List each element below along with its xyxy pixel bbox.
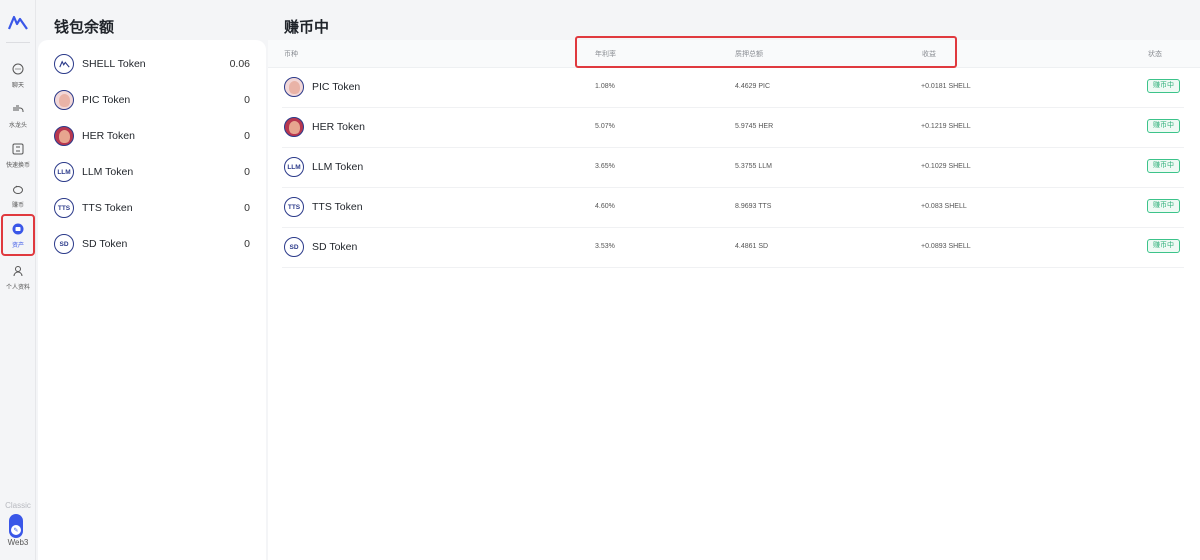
row-apr: 1.08%: [595, 83, 615, 90]
wallet-token-row[interactable]: SHELL Token 0.06: [54, 52, 250, 76]
app-logo-icon[interactable]: [7, 14, 29, 32]
sd-coin-icon: SD: [54, 234, 74, 254]
token-name: TTS Token: [82, 202, 133, 214]
faucet-icon: [13, 105, 24, 112]
row-staked: 8.9693 TTS: [735, 203, 772, 210]
row-token-name: SD Token: [312, 241, 358, 253]
column-header-status: 状态: [1148, 51, 1162, 58]
rail-item-chat[interactable]: 聊天: [0, 60, 36, 98]
sd-coin-icon: SD: [284, 237, 304, 257]
row-apr: 3.65%: [595, 163, 615, 170]
llm-coin-icon: LLM: [54, 162, 74, 182]
mode-toggle[interactable]: ✎: [9, 514, 23, 538]
row-token-name: LLM Token: [312, 161, 364, 173]
wallet-token-row[interactable]: LLM LLM Token 0: [54, 160, 250, 184]
token-amount: 0: [244, 202, 250, 214]
row-staked: 5.3755 LLM: [735, 163, 772, 170]
pic-coin-icon: [284, 77, 304, 97]
llm-coin-icon: LLM: [284, 157, 304, 177]
token-amount: 0.06: [229, 58, 250, 70]
row-apr: 5.07%: [595, 123, 615, 130]
coin-cell: LLM: [284, 157, 304, 177]
swap-icon: [12, 143, 24, 155]
status-badge: 赚币中: [1147, 159, 1180, 173]
earning-title: 赚币中: [284, 19, 330, 36]
status-badge: 赚币中: [1147, 79, 1180, 93]
rail-item-label: 聊天: [11, 83, 24, 89]
wallet-title: 钱包余额: [54, 19, 115, 36]
wallet-token-row[interactable]: TTS TTS Token 0: [54, 196, 250, 220]
toggle-knob-icon: ✎: [11, 525, 21, 535]
table-row[interactable]: HER Token 5.07% 5.9745 HER +0.1219 SHELL…: [282, 108, 1184, 148]
her-coin-icon: [54, 126, 74, 146]
row-token-name: HER Token: [312, 121, 365, 133]
assets-highlight-box: [1, 214, 35, 256]
table-row[interactable]: LLM LLM Token 3.65% 5.3755 LLM +0.1029 S…: [282, 148, 1184, 188]
row-earnings: +0.1219 SHELL: [921, 123, 971, 130]
columns-highlight-box: [575, 36, 957, 68]
row-earnings: +0.0893 SHELL: [921, 243, 971, 250]
rail-item-swap[interactable]: 快速换币: [0, 140, 36, 178]
token-amount: 0: [244, 130, 250, 142]
rail-item-label: 赚币: [11, 203, 24, 209]
piggy-bank-icon: [13, 185, 23, 194]
rail-item-profile[interactable]: 个人资料: [0, 262, 36, 300]
row-token-name: PIC Token: [312, 81, 361, 93]
token-amount: 0: [244, 238, 250, 250]
token-name: HER Token: [82, 130, 135, 142]
status-badge: 赚币中: [1147, 199, 1180, 213]
chat-bubble-icon: [12, 63, 24, 75]
web3-mode-label: Web3: [7, 538, 29, 547]
earning-panel: 币种 年利率 质押总额 收益 状态 PIC Token 1.08% 4.4629…: [268, 36, 1200, 560]
rail-item-label: 个人资料: [5, 285, 30, 291]
column-header-coin: 币种: [284, 51, 298, 58]
wallet-token-row[interactable]: SD SD Token 0: [54, 232, 250, 256]
token-name: LLM Token: [82, 166, 134, 178]
token-name: SD Token: [82, 238, 128, 250]
shell-coin-icon: [54, 54, 74, 74]
row-apr: 3.53%: [595, 243, 615, 250]
table-row[interactable]: SD SD Token 3.53% 4.4861 SD +0.0893 SHEL…: [282, 228, 1184, 268]
coin-cell: SD: [284, 237, 304, 257]
row-apr: 4.60%: [595, 203, 615, 210]
row-staked: 5.9745 HER: [735, 123, 774, 130]
rail-item-label: 快速换币: [5, 163, 30, 169]
token-amount: 0: [244, 166, 250, 178]
coin-cell: [284, 117, 304, 137]
user-icon: [13, 266, 23, 277]
status-badge: 赚币中: [1147, 119, 1180, 133]
row-earnings: +0.083 SHELL: [921, 203, 967, 210]
row-earnings: +0.1029 SHELL: [921, 163, 971, 170]
rail-divider: [6, 42, 30, 43]
token-amount: 0: [244, 94, 250, 106]
token-name: PIC Token: [82, 94, 131, 106]
her-coin-icon: [284, 117, 304, 137]
rail-item-label: 水龙头: [8, 123, 27, 129]
rail-item-earn[interactable]: 赚币: [0, 180, 36, 218]
coin-cell: TTS: [284, 197, 304, 217]
table-row[interactable]: PIC Token 1.08% 4.4629 PIC +0.0181 SHELL…: [282, 68, 1184, 108]
table-row[interactable]: TTS TTS Token 4.60% 8.9693 TTS +0.083 SH…: [282, 188, 1184, 228]
rail-item-faucet[interactable]: 水龙头: [0, 100, 36, 138]
pic-coin-icon: [54, 90, 74, 110]
tts-coin-icon: TTS: [284, 197, 304, 217]
wallet-balance-panel: SHELL Token 0.06 PIC Token 0 HER Token 0…: [38, 40, 266, 560]
row-token-name: TTS Token: [312, 201, 363, 213]
left-nav-rail: 聊天 水龙头 快速换币 赚币 资产 个人资料 Classic ✎ Web3: [0, 0, 36, 560]
wallet-token-row[interactable]: PIC Token 0: [54, 88, 250, 112]
wallet-token-row[interactable]: HER Token 0: [54, 124, 250, 148]
token-name: SHELL Token: [82, 58, 146, 70]
row-earnings: +0.0181 SHELL: [921, 83, 971, 90]
row-staked: 4.4861 SD: [735, 243, 769, 250]
status-badge: 赚币中: [1147, 239, 1180, 253]
tts-coin-icon: TTS: [54, 198, 74, 218]
row-staked: 4.4629 PIC: [735, 83, 771, 90]
coin-cell: [284, 77, 304, 97]
classic-mode-label: Classic: [5, 501, 31, 510]
